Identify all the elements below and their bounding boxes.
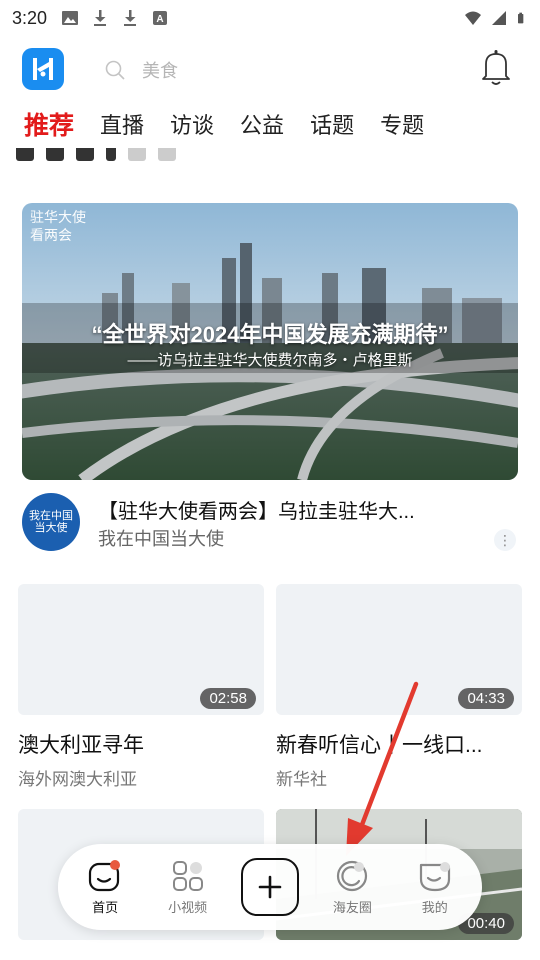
feature-subtitle: ——访乌拉圭驻华大使费尔南多・卢格里斯 <box>127 352 413 369</box>
app-header: 美食 <box>0 44 540 96</box>
download-icon <box>94 10 107 26</box>
card-title[interactable]: 澳大利亚寻年 <box>18 729 264 759</box>
post-title[interactable]: 【驻华大使看两会】乌拉圭驻华大... <box>98 495 415 524</box>
tab-charity[interactable]: 公益 <box>240 106 284 146</box>
nav-label: 我的 <box>421 899 448 915</box>
status-notifications: A <box>61 9 169 27</box>
nav-me[interactable]: 我的 <box>400 859 470 916</box>
card-title[interactable]: 新春听信心丨一线口... <box>276 729 522 759</box>
status-system <box>464 9 528 27</box>
search-icon <box>105 60 125 80</box>
tab-topics[interactable]: 话题 <box>310 106 354 146</box>
tab-live[interactable]: 直播 <box>100 106 144 146</box>
grid-icon <box>172 860 203 891</box>
category-tabs: 推荐 直播 访谈 公益 话题 专题 <box>24 106 450 146</box>
signal-icon <box>492 11 506 25</box>
status-time: 3:20 <box>12 7 48 28</box>
feature-badge: 驻华大使 看两会 <box>30 210 86 244</box>
profile-face-icon <box>419 861 450 891</box>
battery-icon <box>518 12 524 24</box>
status-bar: 3:20 A <box>0 0 540 36</box>
more-options-button[interactable]: ⋮ <box>494 529 516 551</box>
tab-recommend[interactable]: 推荐 <box>24 106 74 146</box>
post-author[interactable]: 我在中国当大使 <box>98 525 224 551</box>
post-button[interactable] <box>240 858 299 916</box>
featured-video-thumbnail[interactable]: 驻华大使 看两会 “全世界对2024年中国发展充满期待” ——访乌拉圭驻华大使费… <box>22 203 518 480</box>
nav-label: 首页 <box>92 899 119 915</box>
featured-post-info: 我在中国 当大使 【驻华大使看两会】乌拉圭驻华大... 我在中国当大使 ⋮ <box>22 493 518 553</box>
video-thumbnail[interactable]: 02:58 <box>18 584 264 715</box>
svg-text:A: A <box>156 14 163 25</box>
tab-specials[interactable]: 专题 <box>380 106 424 146</box>
search-bar[interactable]: 美食 <box>104 54 178 86</box>
nav-short-video[interactable]: 小视频 <box>153 859 223 916</box>
search-placeholder: 美食 <box>142 61 178 81</box>
plus-icon <box>258 875 282 899</box>
avatar[interactable]: 我在中国 当大使 <box>22 493 80 551</box>
tab-interview[interactable]: 访谈 <box>170 106 214 146</box>
feature-quote: “全世界对2024年中国发展充满期待” <box>91 322 449 347</box>
image-icon <box>62 11 79 25</box>
circle-icon <box>337 860 368 891</box>
video-card[interactable]: 02:58 澳大利亚寻年 海外网澳大利亚 <box>18 584 264 790</box>
video-card[interactable]: 04:33 新春听信心丨一线口... 新华社 <box>276 584 522 790</box>
nav-label: 小视频 <box>168 899 208 915</box>
bottom-navigation: 首页 小视频 海友圈 我的 <box>58 844 482 930</box>
video-thumbnail[interactable]: 04:33 <box>276 584 522 715</box>
wifi-icon <box>465 11 481 25</box>
nav-label: 海友圈 <box>332 899 372 915</box>
duration-badge: 04:33 <box>458 688 514 709</box>
download-icon <box>124 10 137 26</box>
nav-post[interactable] <box>235 858 305 916</box>
bell-icon[interactable] <box>478 48 514 88</box>
duration-badge: 02:58 <box>200 688 256 709</box>
home-face-icon <box>89 859 121 891</box>
card-source: 新华社 <box>276 770 327 789</box>
nav-home[interactable]: 首页 <box>70 859 140 916</box>
nav-friends-circle[interactable]: 海友圈 <box>317 859 387 916</box>
font-a-icon: A <box>153 11 168 25</box>
card-source: 海外网澳大利亚 <box>18 770 137 789</box>
app-logo-icon[interactable] <box>22 48 64 90</box>
scrolled-text-fragment <box>16 148 276 164</box>
